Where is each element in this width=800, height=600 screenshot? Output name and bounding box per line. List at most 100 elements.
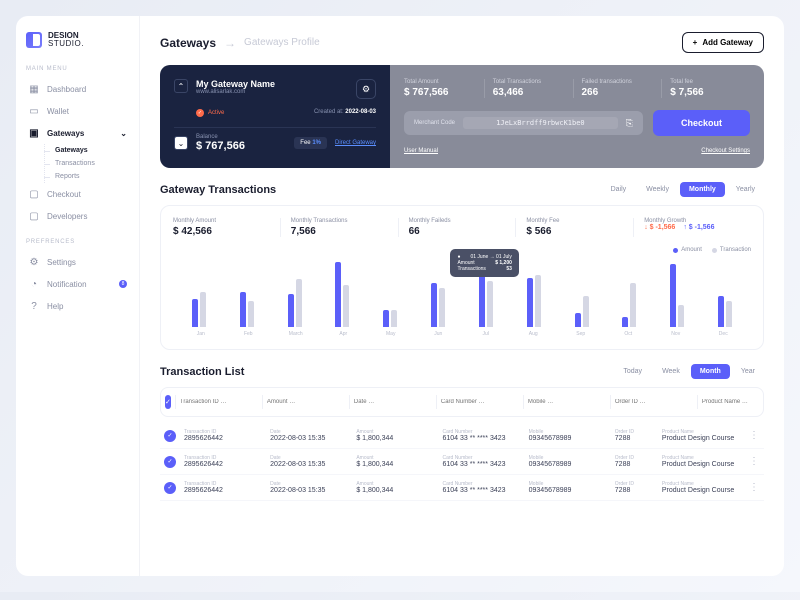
user-manual-link[interactable]: User Manual bbox=[404, 148, 438, 154]
subnav-transactions[interactable]: Transactions bbox=[45, 157, 129, 170]
transactions-chart-card: Monthly Amount$ 42,566 Monthly Transactio… bbox=[160, 205, 764, 350]
breadcrumb-current: Gateways Profile bbox=[244, 37, 320, 48]
notification-badge: 8 bbox=[119, 280, 127, 288]
filter-input[interactable] bbox=[610, 395, 697, 409]
bar-group[interactable] bbox=[416, 283, 460, 327]
metric-growth: Monthly Growth↓ $ -1,566↑ $ -1,566 bbox=[644, 218, 751, 237]
metric-item: Monthly Amount$ 42,566 bbox=[173, 218, 281, 237]
transaction-table: ✓ Transaction ID2895626442 Date2022-08-0… bbox=[160, 423, 764, 501]
row-checkbox[interactable]: ✓ bbox=[164, 430, 176, 442]
tab-yearly[interactable]: Yearly bbox=[727, 182, 764, 197]
metric-item: Monthly Faileds66 bbox=[409, 218, 517, 237]
nav-gateways[interactable]: ▣Gateways⌄ bbox=[26, 122, 129, 144]
tab-daily[interactable]: Daily bbox=[602, 182, 636, 197]
collapse-up-button[interactable]: ⌃ bbox=[174, 79, 188, 93]
filter-input[interactable] bbox=[523, 395, 610, 409]
row-menu-button[interactable]: ⋮ bbox=[748, 482, 760, 493]
merchant-code-box: Merchant Code 1JeLxBrrdff9rbwcK1be0 ⎘ bbox=[404, 111, 643, 135]
select-all-checkbox[interactable]: ✓ bbox=[165, 395, 171, 409]
table-row[interactable]: ✓ Transaction ID2895626442 Date2022-08-0… bbox=[160, 449, 764, 475]
x-axis-label: Nov bbox=[652, 331, 700, 337]
section-title-list: Transaction List bbox=[160, 366, 244, 378]
bar-group[interactable] bbox=[512, 275, 556, 328]
chart-tooltip: ● 01 June → 01 July Amount$ 1,200 Transa… bbox=[450, 249, 518, 277]
bar-group[interactable] bbox=[368, 310, 412, 328]
merchant-code-label: Merchant Code bbox=[414, 120, 455, 126]
row-menu-button[interactable]: ⋮ bbox=[748, 456, 760, 467]
wallet-icon: ▭ bbox=[28, 105, 40, 117]
bar-group[interactable] bbox=[464, 275, 508, 328]
list-tab-today[interactable]: Today bbox=[614, 364, 651, 379]
x-axis-label: May bbox=[367, 331, 415, 337]
balance-value: $ 767,566 bbox=[196, 140, 245, 152]
table-row[interactable]: ✓ Transaction ID2895626442 Date2022-08-0… bbox=[160, 423, 764, 449]
table-row[interactable]: ✓ Transaction ID2895626442 Date2022-08-0… bbox=[160, 475, 764, 501]
nav-settings[interactable]: ⚙Settings bbox=[26, 251, 129, 273]
checkout-settings-link[interactable]: Checkout Settings bbox=[701, 148, 750, 154]
fee-badge: Fee 1% bbox=[294, 137, 327, 149]
x-axis-label: March bbox=[272, 331, 320, 337]
x-axis-label: Aug bbox=[510, 331, 558, 337]
bar-group[interactable] bbox=[607, 283, 651, 327]
list-tab-week[interactable]: Week bbox=[653, 364, 689, 379]
bar-group[interactable] bbox=[273, 279, 317, 327]
filter-input[interactable] bbox=[436, 395, 523, 409]
stat-item: Total Amount$ 767,566 bbox=[404, 79, 485, 98]
list-period-tabs: TodayWeekMonthYear bbox=[614, 364, 764, 379]
nav-checkout[interactable]: ▢Checkout bbox=[26, 183, 129, 205]
gateway-name: My Gateway Name bbox=[196, 79, 275, 89]
add-gateway-button[interactable]: +Add Gateway bbox=[682, 32, 764, 53]
nav-gateways-sub: Gateways Transactions Reports bbox=[44, 144, 129, 183]
metric-item: Monthly Fee$ 566 bbox=[526, 218, 634, 237]
checkout-button[interactable]: Checkout bbox=[653, 110, 750, 136]
breadcrumb-root[interactable]: Gateways bbox=[160, 36, 216, 50]
tab-monthly[interactable]: Monthly bbox=[680, 182, 725, 197]
tab-weekly[interactable]: Weekly bbox=[637, 182, 678, 197]
list-tab-year[interactable]: Year bbox=[732, 364, 764, 379]
x-axis-label: Dec bbox=[700, 331, 748, 337]
subnav-reports[interactable]: Reports bbox=[45, 170, 129, 183]
sidebar: DESIONSTUDIO. Main Menu ▦Dashboard ▭Wall… bbox=[16, 16, 140, 576]
arrow-right-icon: → bbox=[224, 36, 236, 50]
bar-group[interactable] bbox=[320, 262, 364, 327]
bar-group[interactable] bbox=[655, 264, 699, 327]
filter-input[interactable] bbox=[262, 395, 349, 409]
breadcrumb: Gateways → Gateways Profile bbox=[160, 36, 320, 50]
nav-developers[interactable]: ▢Developers bbox=[26, 205, 129, 227]
list-tab-month[interactable]: Month bbox=[691, 364, 730, 379]
grid-icon: ▦ bbox=[28, 83, 40, 95]
bar-group[interactable] bbox=[560, 296, 604, 327]
subnav-gateways[interactable]: Gateways bbox=[45, 144, 129, 157]
menu-section-prefs: Prefrences bbox=[26, 239, 129, 245]
logo-text: DESIONSTUDIO. bbox=[48, 32, 84, 48]
nav-wallet[interactable]: ▭Wallet bbox=[26, 100, 129, 122]
gateway-summary-card: ⌃ My Gateway Name www.alisarlak.com ⚙ ✓A… bbox=[160, 65, 764, 168]
bar-group[interactable] bbox=[177, 292, 221, 327]
gateway-settings-button[interactable]: ⚙ bbox=[356, 79, 376, 99]
metric-item: Monthly Transactions7,566 bbox=[291, 218, 399, 237]
expand-down-button[interactable]: ⌄ bbox=[174, 136, 188, 150]
filter-input[interactable] bbox=[349, 395, 436, 409]
code-icon: ▢ bbox=[28, 210, 40, 222]
row-checkbox[interactable]: ✓ bbox=[164, 482, 176, 494]
stat-item: Total fee$ 7,566 bbox=[670, 79, 750, 98]
bar-group[interactable] bbox=[703, 296, 747, 328]
bar-group[interactable] bbox=[225, 292, 269, 327]
nav-dashboard[interactable]: ▦Dashboard bbox=[26, 78, 129, 100]
filter-input[interactable] bbox=[175, 395, 262, 409]
cart-icon: ▢ bbox=[28, 188, 40, 200]
row-menu-button[interactable]: ⋮ bbox=[748, 430, 760, 441]
stat-item: Total Transactions63,466 bbox=[493, 79, 574, 98]
row-checkbox[interactable]: ✓ bbox=[164, 456, 176, 468]
nav-help[interactable]: ?Help bbox=[26, 295, 129, 317]
logo[interactable]: DESIONSTUDIO. bbox=[26, 32, 129, 48]
filter-input[interactable] bbox=[697, 395, 784, 409]
nav-notification[interactable]: ◔Notification8 bbox=[26, 273, 129, 295]
direct-gateway-link[interactable]: Direct Gateway bbox=[335, 140, 376, 146]
table-toolbar: ✓ ⇱ bbox=[160, 387, 764, 417]
stat-item: Failed transactions266 bbox=[582, 79, 663, 98]
menu-section-main: Main Menu bbox=[26, 66, 129, 72]
copy-icon[interactable]: ⎘ bbox=[626, 118, 633, 129]
gateway-stats-panel: Total Amount$ 767,566 Total Transactions6… bbox=[390, 65, 764, 168]
gateway-info-panel: ⌃ My Gateway Name www.alisarlak.com ⚙ ✓A… bbox=[160, 65, 390, 168]
